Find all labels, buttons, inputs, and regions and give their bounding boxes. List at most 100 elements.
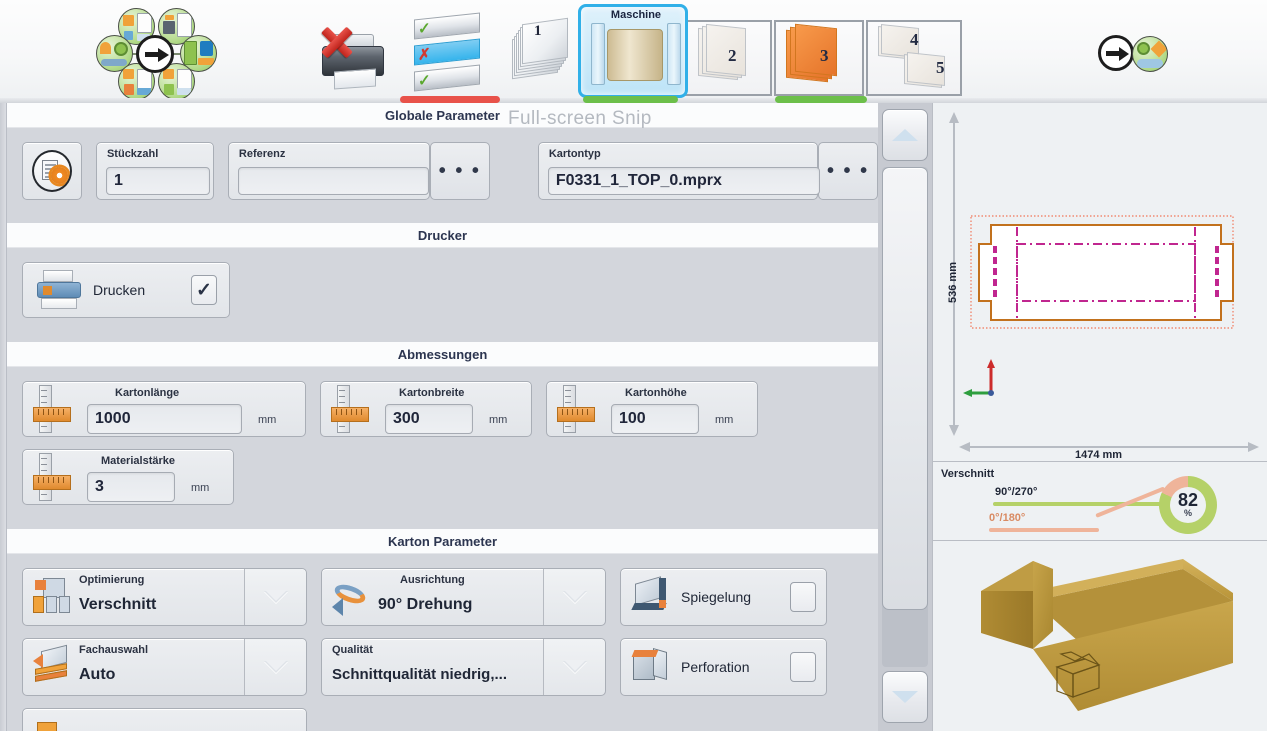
section-header-printer: Drucker — [7, 223, 878, 248]
page-count-value: 1 — [534, 23, 542, 39]
status-bar-green-1 — [583, 96, 678, 103]
kartonbreite-field[interactable]: Kartonbreite 300 mm — [320, 381, 532, 437]
section-body-global: Stückzahl 1 Referenz • • • Kartontyp F03… — [7, 128, 878, 223]
fachauswahl-value: Auto — [79, 666, 116, 683]
parameter-panel: Globale Parameter Stückzahl 1 Referenz •… — [7, 103, 878, 731]
kartonhoehe-field[interactable]: Kartonhöhe 100 mm — [546, 381, 758, 437]
perforation-toggle[interactable]: Perforation — [620, 638, 827, 696]
station-3[interactable]: 3 — [774, 20, 864, 96]
station-machine-selected[interactable]: Maschine — [578, 4, 688, 98]
referenz-input[interactable] — [237, 167, 429, 195]
materialstaerke-unit: mm — [191, 482, 210, 494]
stueckzahl-field[interactable]: Stückzahl 1 — [95, 142, 214, 200]
perforation-checkbox[interactable] — [790, 652, 816, 682]
fachauswahl-dropdown[interactable]: Fachauswahl Auto — [22, 638, 307, 696]
referenz-browse-button[interactable]: • • • — [429, 142, 490, 200]
box-3d-svg — [981, 559, 1233, 711]
materialstaerke-label: Materialstärke — [101, 455, 175, 467]
waste-donut-chart: 82 % — [1159, 476, 1217, 534]
status-bar-green-2 — [775, 96, 867, 103]
cancel-print-icon[interactable] — [316, 18, 392, 90]
station-2-number: 2 — [728, 46, 737, 65]
partial-row-cut-off[interactable] — [22, 708, 307, 731]
ruler-icon — [31, 453, 73, 501]
kartontyp-browse-button[interactable]: • • • — [818, 142, 878, 200]
waste-legend-label-1: 90°/270° — [995, 486, 1038, 498]
main-area: Globale Parameter Stückzahl 1 Referenz •… — [0, 103, 1267, 731]
kartonhoehe-unit: mm — [715, 414, 734, 426]
materialstaerke-field[interactable]: Materialstärke 3 mm — [22, 449, 234, 505]
kartontyp-input[interactable]: F0331_1_TOP_0.mprx — [547, 167, 820, 195]
section-header-dimensions: Abmessungen — [7, 342, 878, 367]
kartonbreite-input[interactable]: 300 — [385, 404, 473, 434]
kartonlaenge-field[interactable]: Kartonlänge 1000 mm — [22, 381, 306, 437]
top-toolbar: ✓ ✗ ✓ 1 2 3 4 5 Maschine — [0, 0, 1267, 103]
kartontyp-label: Kartontyp — [548, 148, 601, 160]
optimization-icon — [33, 578, 73, 616]
kartonhoehe-input[interactable]: 100 — [611, 404, 699, 434]
ausrichtung-chevron-down-icon[interactable] — [543, 569, 605, 625]
scroll-up-button[interactable] — [882, 109, 928, 161]
drucken-label: Drucken — [93, 282, 146, 298]
section-header-karton: Karton Parameter — [7, 529, 878, 554]
logout-icon[interactable] — [1098, 35, 1172, 73]
printer-icon — [35, 270, 83, 310]
scrollbar-thumb[interactable] — [882, 167, 928, 610]
cancel-x-icon — [316, 22, 356, 62]
vertical-scrollbar[interactable] — [878, 103, 932, 731]
sheet-status-icon[interactable]: ✓ ✗ ✓ — [414, 12, 480, 92]
station-2[interactable]: 2 — [682, 20, 772, 96]
logout-badge-icon — [1132, 36, 1168, 72]
spiegelung-toggle[interactable]: Spiegelung — [620, 568, 827, 626]
materialstaerke-input[interactable]: 3 — [87, 472, 175, 502]
page-count-icon[interactable]: 1 — [512, 17, 572, 84]
waste-title: Verschnitt — [941, 468, 995, 480]
fachauswahl-chevron-down-icon[interactable] — [244, 639, 306, 695]
flat-layout-drawing[interactable]: 536 mm 1474 mm — [933, 103, 1267, 461]
kartonlaenge-unit: mm — [258, 414, 277, 426]
waste-value: 82 — [1177, 490, 1199, 510]
perforation-icon — [631, 647, 671, 686]
stueckzahl-label: Stückzahl — [106, 148, 159, 160]
referenz-label: Referenz — [238, 148, 286, 160]
ruler-icon — [31, 385, 73, 433]
optimierung-dropdown[interactable]: Optimierung Verschnitt — [22, 568, 307, 626]
station-5-number: 5 — [936, 58, 945, 77]
fachauswahl-label: Fachauswahl — [79, 644, 149, 656]
ruler-icon — [555, 385, 597, 433]
station-4-5[interactable]: 4 5 — [866, 20, 962, 96]
scrollbar-track[interactable] — [882, 167, 928, 667]
cut-off-icon — [33, 718, 73, 731]
ruler-icon — [329, 385, 371, 433]
referenz-field[interactable]: Referenz — [227, 142, 430, 200]
kartonbreite-label: Kartonbreite — [399, 387, 465, 399]
workflow-cluster-icon[interactable] — [96, 6, 217, 101]
ausrichtung-dropdown[interactable]: Ausrichtung 90° Drehung — [321, 568, 606, 626]
station-machine-label: Maschine — [610, 9, 662, 21]
qualitaet-chevron-down-icon[interactable] — [543, 639, 605, 695]
height-dimension-label: 536 mm — [947, 262, 959, 303]
kartonlaenge-label: Kartonlänge — [115, 387, 180, 399]
width-dimension-label: 1474 mm — [1075, 449, 1123, 461]
spiegelung-checkbox[interactable] — [790, 582, 816, 612]
exit-arrow-icon — [1098, 35, 1134, 71]
stueckzahl-input[interactable]: 1 — [105, 167, 210, 195]
ausrichtung-label: Ausrichtung — [400, 574, 465, 586]
section-header-global: Globale Parameter — [7, 103, 878, 128]
kartontyp-field[interactable]: Kartontyp F0331_1_TOP_0.mprx — [537, 142, 820, 200]
kartonhoehe-label: Kartonhöhe — [625, 387, 687, 399]
spiegelung-label: Spiegelung — [681, 589, 752, 605]
global-settings-button[interactable] — [22, 142, 82, 200]
drucken-toggle[interactable]: Drucken ✓ — [22, 262, 230, 318]
box-3d-preview[interactable] — [933, 541, 1267, 731]
waste-unit: % — [1183, 508, 1192, 518]
qualitaet-dropdown[interactable]: Qualität Schnittqualität niedrig,... — [321, 638, 606, 696]
kartonlaenge-input[interactable]: 1000 — [87, 404, 242, 434]
arrow-up-icon — [892, 129, 918, 141]
tray-selection-icon — [33, 644, 73, 686]
drucken-checkbox[interactable]: ✓ — [191, 275, 217, 305]
preview-panel: 536 mm 1474 mm Verschnitt 90°/270° 0°/18… — [932, 103, 1267, 731]
scroll-down-button[interactable] — [882, 671, 928, 723]
section-body-karton: Optimierung Verschnitt Ausrichtung 90° D… — [7, 554, 878, 731]
optimierung-chevron-down-icon[interactable] — [244, 569, 306, 625]
